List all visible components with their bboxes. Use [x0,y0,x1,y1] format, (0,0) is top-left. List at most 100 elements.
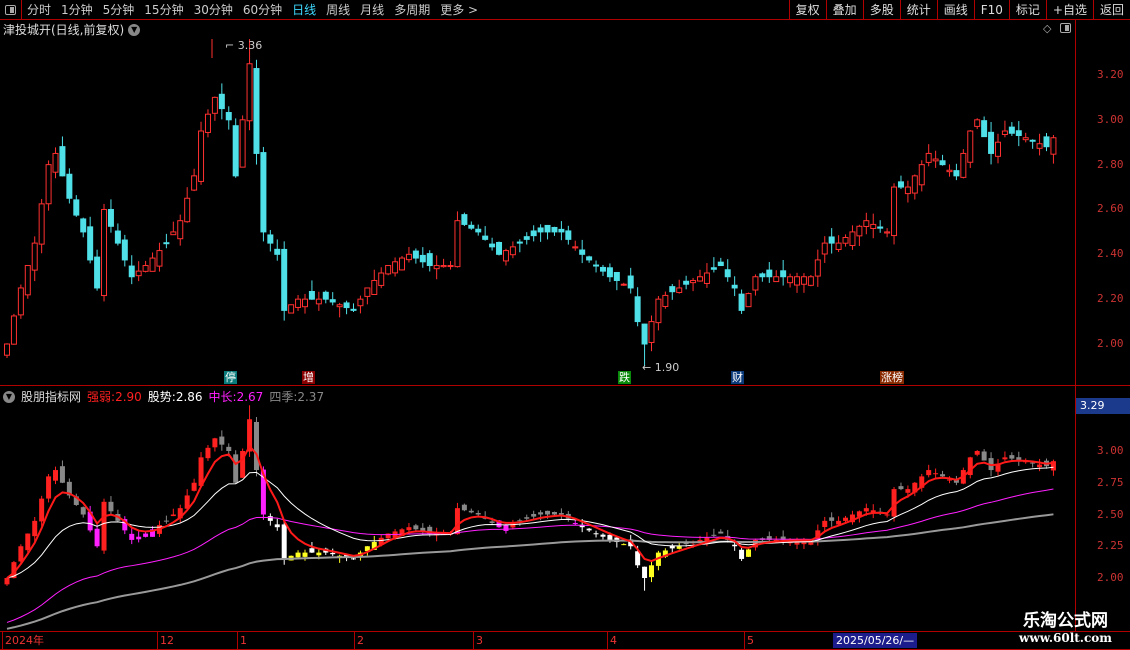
candle[interactable] [101,208,108,297]
candle[interactable] [440,265,447,268]
candle[interactable] [988,131,995,154]
candle[interactable] [482,235,489,240]
candle[interactable] [835,242,842,250]
candle[interactable] [974,119,981,127]
candle[interactable] [502,250,509,262]
candle[interactable] [731,284,738,289]
candle[interactable] [135,270,142,277]
candle[interactable] [156,250,163,267]
candle[interactable] [357,298,364,307]
candle[interactable] [787,276,794,284]
candle[interactable] [821,242,828,255]
candle[interactable] [946,169,953,173]
candle[interactable] [1050,137,1057,155]
candle[interactable] [260,152,267,233]
candle[interactable] [419,254,426,263]
candle[interactable] [877,226,884,229]
candle[interactable] [537,227,544,233]
candle[interactable] [24,265,31,296]
candle[interactable] [246,63,253,122]
candle[interactable] [288,304,295,314]
candle[interactable] [828,236,835,244]
candle[interactable] [191,175,198,191]
candle[interactable] [925,152,932,163]
candle[interactable] [142,265,149,272]
candle[interactable] [184,197,191,223]
event-marker[interactable]: 停 [224,371,237,384]
candle[interactable] [953,170,960,177]
candle[interactable] [198,130,205,182]
candle[interactable] [433,265,440,270]
candle[interactable] [613,271,620,281]
candle[interactable] [385,265,392,275]
candle[interactable] [683,280,690,285]
candle[interactable] [544,224,551,233]
price-chart[interactable] [0,0,1130,650]
candle[interactable] [253,68,260,154]
candle[interactable] [163,242,170,245]
candle[interactable] [454,220,461,268]
candle[interactable] [717,261,724,267]
candle[interactable] [918,164,925,186]
candle[interactable] [301,298,308,308]
candle[interactable] [204,113,211,133]
candle[interactable] [59,146,66,177]
candle[interactable] [17,287,24,316]
candle[interactable] [870,223,877,230]
candle[interactable] [322,291,329,300]
candle[interactable] [738,293,745,311]
candle[interactable] [558,228,565,233]
candle[interactable] [274,248,281,255]
candle[interactable] [593,264,600,267]
candle[interactable] [759,273,766,278]
candle[interactable] [371,279,378,295]
candle[interactable] [586,256,593,261]
candle[interactable] [669,286,676,293]
candle[interactable] [572,246,579,249]
candle[interactable] [468,224,475,229]
candle[interactable] [766,269,773,278]
chevron-down-icon[interactable]: ▼ [3,390,15,403]
candle[interactable] [31,242,38,271]
candle[interactable] [724,269,731,278]
candle[interactable] [1029,139,1036,142]
candle[interactable] [405,253,412,261]
candle[interactable] [38,203,45,245]
candle[interactable] [530,230,537,237]
candle[interactable] [807,276,814,286]
candle[interactable] [107,209,114,227]
candle[interactable] [516,241,523,244]
candle[interactable] [703,272,710,284]
candle[interactable] [648,321,655,343]
event-marker[interactable]: 增 [302,371,315,384]
candle[interactable] [308,291,315,300]
candle[interactable] [697,276,703,282]
candle[interactable] [509,246,516,256]
candle[interactable] [939,160,946,166]
candle[interactable] [496,241,503,255]
candle[interactable] [343,302,350,309]
candle[interactable] [967,130,974,163]
candle[interactable] [281,248,288,311]
candle[interactable] [856,225,863,237]
candle[interactable] [80,218,87,233]
candle[interactable] [329,299,336,303]
candle[interactable] [745,293,752,308]
candle[interactable] [1022,137,1029,141]
candle[interactable] [94,256,101,289]
pane-separator[interactable] [0,385,1130,386]
candle[interactable] [232,125,239,177]
candle[interactable] [932,158,939,162]
candle[interactable] [599,266,606,272]
candle[interactable] [378,272,385,286]
candle[interactable] [170,231,177,236]
candle[interactable] [239,119,246,168]
candle[interactable] [662,294,669,308]
candle[interactable] [627,275,634,289]
candle[interactable] [1043,136,1050,148]
candle[interactable] [800,276,807,285]
candle[interactable] [177,220,184,240]
candle[interactable] [620,283,627,286]
candle[interactable] [814,259,821,277]
candle[interactable] [523,236,530,240]
